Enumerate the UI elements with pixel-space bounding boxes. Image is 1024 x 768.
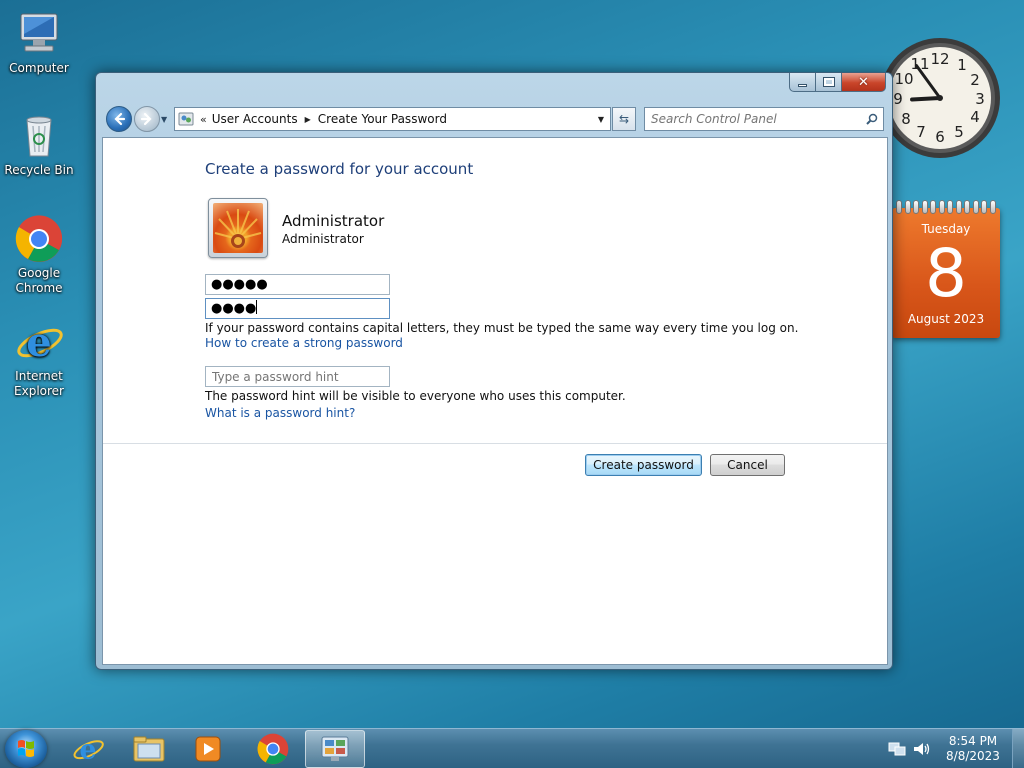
svg-text:8: 8: [901, 110, 911, 128]
window-caption-buttons: ✕: [789, 73, 886, 92]
calendar-month-year: August 2023: [907, 312, 985, 326]
flower-picture-icon: [213, 203, 263, 253]
refresh-button[interactable]: ⇆: [612, 107, 636, 131]
computer-icon: [15, 10, 63, 58]
desktop-icon-label: Recycle Bin: [4, 163, 74, 177]
text-caret: [256, 300, 258, 314]
calendar-day-name: Tuesday: [921, 222, 971, 236]
chrome-icon: [15, 215, 63, 263]
strong-password-link[interactable]: How to create a strong password: [205, 336, 403, 350]
desktop-icon-internet-explorer[interactable]: e Internet Explorer: [4, 318, 74, 399]
history-chevron[interactable]: «: [200, 113, 207, 126]
user-role: Administrator: [282, 232, 364, 246]
taskbar: e 8:54 PM 8/8/2023: [0, 728, 1024, 768]
svg-text:5: 5: [954, 123, 964, 141]
internet-explorer-icon: e: [15, 318, 63, 366]
system-tray: 8:54 PM 8/8/2023: [888, 729, 1024, 768]
svg-text:2: 2: [970, 71, 980, 89]
address-bar[interactable]: « User Accounts ▶ Create Your Password ▼: [174, 107, 611, 131]
search-box[interactable]: [644, 107, 884, 131]
volume-icon[interactable]: [912, 741, 930, 757]
user-accounts-icon: [178, 112, 194, 126]
desktop-icon-label: Computer: [9, 61, 69, 75]
svg-text:e: e: [26, 319, 51, 366]
minimize-icon: [798, 83, 807, 87]
control-panel-icon: [321, 736, 349, 761]
divider: [103, 443, 887, 444]
arrow-left-icon: [114, 112, 126, 126]
svg-text:3: 3: [975, 90, 985, 108]
password-hint-input[interactable]: [206, 367, 389, 386]
svg-text:12: 12: [930, 50, 949, 68]
password-hint-link[interactable]: What is a password hint?: [205, 406, 355, 420]
svg-text:4: 4: [970, 108, 980, 126]
desktop-icon-label: Internet Explorer: [14, 369, 64, 398]
create-password-window: ✕ ▼ « User Accounts ▶ Create Your Passwo…: [95, 72, 893, 670]
forward-button[interactable]: [134, 106, 160, 132]
taskbar-file-explorer[interactable]: [119, 730, 179, 768]
breadcrumb-user-accounts[interactable]: User Accounts: [212, 112, 298, 126]
tray-date: 8/8/2023: [946, 749, 1000, 763]
svg-text:6: 6: [935, 128, 945, 146]
confirm-password-field[interactable]: ●●●●: [205, 298, 390, 319]
new-password-field[interactable]: ●●●●●: [205, 274, 390, 295]
taskbar-media-player[interactable]: [178, 730, 238, 768]
calendar-gadget[interactable]: Tuesday 8 August 2023: [892, 200, 1000, 338]
search-input[interactable]: [645, 112, 855, 126]
breadcrumb-separator-icon[interactable]: ▶: [305, 115, 311, 124]
user-avatar: [208, 198, 268, 258]
recycle-bin-icon: [15, 112, 63, 160]
start-button[interactable]: [5, 730, 47, 768]
minimize-button[interactable]: [789, 73, 816, 92]
network-icon[interactable]: [888, 741, 906, 757]
refresh-icon: ⇆: [618, 112, 630, 126]
create-password-button[interactable]: Create password: [585, 454, 702, 476]
back-button[interactable]: [106, 106, 132, 132]
maximize-button[interactable]: [816, 73, 842, 92]
close-button[interactable]: ✕: [842, 73, 886, 92]
internet-explorer-icon: e: [73, 734, 104, 765]
password-hint-field[interactable]: [205, 366, 390, 387]
arrow-right-icon: [140, 112, 152, 126]
desktop-icon-chrome[interactable]: Google Chrome: [4, 215, 74, 296]
desktop-icon-label: Google Chrome: [15, 266, 63, 295]
clock-gadget[interactable]: 12 1 2 3 4 5 6 7 8 9 10 11: [878, 36, 1002, 160]
new-password-value: ●●●●●: [211, 277, 268, 292]
calendar-rings: [896, 200, 996, 214]
content-pane: Create a password for your account Admin…: [102, 137, 888, 665]
maximize-icon: [822, 77, 835, 87]
desktop-icon-recycle-bin[interactable]: Recycle Bin: [4, 112, 74, 178]
breadcrumb-create-your-password[interactable]: Create Your Password: [318, 112, 447, 126]
clock-hour-hand: [910, 96, 942, 102]
chrome-icon: [257, 733, 289, 765]
calendar-body: Tuesday 8 August 2023: [892, 208, 1000, 338]
tray-clock[interactable]: 8:54 PM 8/8/2023: [940, 734, 1006, 764]
calendar-day-number: 8: [925, 235, 967, 312]
close-icon: ✕: [858, 74, 869, 90]
svg-text:7: 7: [916, 123, 926, 141]
taskbar-internet-explorer[interactable]: e: [58, 730, 118, 768]
recent-pages-dropdown[interactable]: ▼: [161, 115, 167, 124]
file-explorer-icon: [133, 736, 165, 762]
tray-time: 8:54 PM: [948, 734, 998, 748]
windows-logo-icon: [18, 740, 34, 757]
cancel-button[interactable]: Cancel: [710, 454, 785, 476]
user-name: Administrator: [282, 212, 385, 230]
search-icon[interactable]: [866, 113, 878, 125]
svg-text:1: 1: [957, 56, 967, 74]
svg-text:e: e: [80, 734, 97, 765]
taskbar-chrome[interactable]: [243, 730, 303, 768]
desktop-icon-computer[interactable]: Computer: [4, 10, 74, 76]
page-title: Create a password for your account: [205, 160, 474, 178]
navigation-bar: ▼ « User Accounts ▶ Create Your Password…: [104, 105, 888, 133]
clock-face: 12 1 2 3 4 5 6 7 8 9 10 11: [880, 38, 1000, 158]
show-desktop-button[interactable]: [1012, 729, 1024, 768]
media-player-icon: [195, 736, 221, 762]
hint-visibility-note: The password hint will be visible to eve…: [205, 389, 626, 403]
svg-text:9: 9: [893, 90, 903, 108]
taskbar-control-panel[interactable]: [305, 730, 365, 768]
address-dropdown-icon[interactable]: ▼: [592, 115, 610, 124]
confirm-password-value: ●●●●: [211, 301, 257, 316]
caps-lock-note: If your password contains capital letter…: [205, 321, 799, 335]
